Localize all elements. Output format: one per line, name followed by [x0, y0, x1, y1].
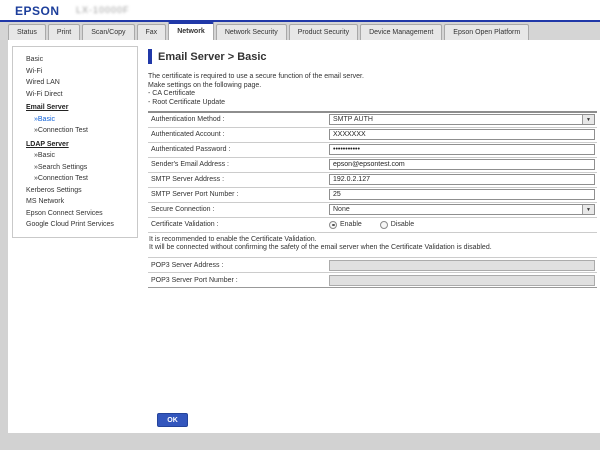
sidebar-item-email-server[interactable]: Email Server: [13, 102, 137, 114]
authentication-method-label: Authentication Method :: [148, 116, 329, 123]
radio-label: Enable: [340, 221, 362, 228]
secure-connection-select[interactable]: None ▼: [329, 204, 595, 215]
content-card: BasicWi-FiWired LANWi-Fi DirectEmail Ser…: [8, 40, 600, 433]
sidebar-item-wi-fi-direct[interactable]: Wi-Fi Direct: [13, 89, 137, 101]
form-row-secure-connection: Secure Connection :None ▼: [148, 203, 597, 218]
sidebar-item-google-cloud-print-services[interactable]: Google Cloud Print Services: [13, 219, 137, 231]
authentication-method-select[interactable]: SMTP AUTH ▼: [329, 114, 595, 125]
senders-email-address-input[interactable]: [329, 159, 595, 170]
chevron-down-icon[interactable]: ▼: [582, 205, 594, 214]
sidebar-item-wi-fi[interactable]: Wi-Fi: [13, 66, 137, 78]
tab-network-security[interactable]: Network Security: [216, 24, 287, 40]
sidebar-nav: BasicWi-FiWired LANWi-Fi DirectEmail Ser…: [12, 46, 138, 238]
sidebar-item-kerberos-settings[interactable]: Kerberos Settings: [13, 185, 137, 197]
pop3-server-address-input: [329, 260, 595, 271]
radio-label: Disable: [391, 221, 414, 228]
description-line: - Root Certificate Update: [148, 99, 597, 108]
authenticated-account-label: Authenticated Account :: [148, 131, 329, 138]
chevron-down-icon[interactable]: ▼: [582, 115, 594, 124]
form-row-certificate-validation: Certificate Validation : Enable Disable: [148, 218, 597, 233]
tab-bar: StatusPrintScan/CopyFaxNetworkNetwork Se…: [0, 22, 600, 40]
note-line: It will be connected without confirming …: [149, 244, 597, 253]
ok-button[interactable]: OK: [157, 413, 188, 427]
description: The certificate is required to use a sec…: [148, 73, 597, 108]
page-title-block: Email Server > Basic: [148, 49, 597, 64]
authentication-method-control: SMTP AUTH ▼: [329, 114, 597, 125]
note-line: It is recommended to enable the Certific…: [149, 236, 597, 245]
main-panel: Email Server > Basic The certificate is …: [148, 46, 597, 433]
tab-product-security[interactable]: Product Security: [289, 24, 358, 40]
sidebar-item-basic[interactable]: »Basic: [13, 114, 137, 126]
app-header: EPSON LX-10000F: [0, 0, 600, 20]
settings-form: Authentication Method :SMTP AUTH▼Authent…: [148, 111, 597, 288]
certificate-validation-label: Certificate Validation :: [148, 221, 329, 228]
description-line: Make settings on the following page.: [148, 82, 597, 91]
form-row-smtp-server-port-number: SMTP Server Port Number :: [148, 188, 597, 203]
sidebar-item-wired-lan[interactable]: Wired LAN: [13, 77, 137, 89]
sidebar-item-connection-test[interactable]: »Connection Test: [13, 125, 137, 137]
pop3-server-address-label: POP3 Server Address :: [148, 262, 329, 269]
form-row-pop3-server-port-number: POP3 Server Port Number :: [148, 273, 597, 288]
description-line: The certificate is required to use a sec…: [148, 73, 597, 82]
secure-connection-selected-value: None: [330, 206, 350, 213]
tab-network[interactable]: Network: [168, 22, 214, 40]
sidebar-item-ldap-server[interactable]: LDAP Server: [13, 139, 137, 151]
radio-icon[interactable]: [329, 221, 337, 229]
tab-fax[interactable]: Fax: [137, 24, 167, 40]
senders-email-address-label: Sender's Email Address :: [148, 161, 329, 168]
certificate-validation-note: It is recommended to enable the Certific…: [148, 233, 597, 258]
smtp-server-port-number-control: [329, 189, 597, 200]
authentication-method-selected-value: SMTP AUTH: [330, 116, 373, 123]
page-title: Email Server > Basic: [158, 51, 267, 63]
pop3-server-port-number-input: [329, 275, 595, 286]
secure-connection-control: None ▼: [329, 204, 597, 215]
tab-device-management[interactable]: Device Management: [360, 24, 442, 40]
tab-status[interactable]: Status: [8, 24, 46, 40]
form-row-authenticated-account: Authenticated Account :: [148, 128, 597, 143]
sidebar-item-epson-connect-services[interactable]: Epson Connect Services: [13, 208, 137, 220]
sidebar-item-basic[interactable]: Basic: [13, 54, 137, 66]
pop3-server-address-control: [329, 260, 597, 271]
senders-email-address-control: [329, 159, 597, 170]
form-row-authenticated-password: Authenticated Password :: [148, 143, 597, 158]
authenticated-password-label: Authenticated Password :: [148, 146, 329, 153]
radio-icon[interactable]: [380, 221, 388, 229]
authenticated-account-control: [329, 129, 597, 140]
content-background: BasicWi-FiWired LANWi-Fi DirectEmail Ser…: [0, 40, 600, 450]
smtp-server-address-input[interactable]: [329, 174, 595, 185]
form-row-authentication-method: Authentication Method :SMTP AUTH ▼: [148, 113, 597, 128]
sidebar-item-ms-network[interactable]: MS Network: [13, 196, 137, 208]
secure-connection-label: Secure Connection :: [148, 206, 329, 213]
form-row-pop3-server-address: POP3 Server Address :: [148, 258, 597, 273]
authenticated-password-control: [329, 144, 597, 155]
smtp-server-port-number-input[interactable]: [329, 189, 595, 200]
certificate-validation-radio-disable[interactable]: Disable: [380, 221, 414, 229]
form-row-senders-email-address: Sender's Email Address :: [148, 158, 597, 173]
pop3-server-port-number-control: [329, 275, 597, 286]
smtp-server-port-number-label: SMTP Server Port Number :: [148, 191, 329, 198]
certificate-validation-radio-enable[interactable]: Enable: [329, 221, 362, 229]
authenticated-password-input[interactable]: [329, 144, 595, 155]
sidebar-item-search-settings[interactable]: »Search Settings: [13, 162, 137, 174]
sidebar-item-connection-test[interactable]: »Connection Test: [13, 173, 137, 185]
printer-model-name: LX-10000F: [76, 5, 130, 15]
description-line: - CA Certificate: [148, 90, 597, 99]
certificate-validation-control: Enable Disable: [329, 221, 597, 229]
tab-scan-copy[interactable]: Scan/Copy: [82, 24, 134, 40]
smtp-server-address-label: SMTP Server Address :: [148, 176, 329, 183]
tab-print[interactable]: Print: [48, 24, 80, 40]
authenticated-account-input[interactable]: [329, 129, 595, 140]
title-accent-bar: [148, 49, 152, 64]
pop3-server-port-number-label: POP3 Server Port Number :: [148, 277, 329, 284]
tab-epson-open-platform[interactable]: Epson Open Platform: [444, 24, 529, 40]
form-row-smtp-server-address: SMTP Server Address :: [148, 173, 597, 188]
smtp-server-address-control: [329, 174, 597, 185]
certificate-validation-radio-group: Enable Disable: [329, 221, 432, 229]
epson-logo: EPSON: [15, 4, 60, 18]
sidebar-item-basic[interactable]: »Basic: [13, 150, 137, 162]
